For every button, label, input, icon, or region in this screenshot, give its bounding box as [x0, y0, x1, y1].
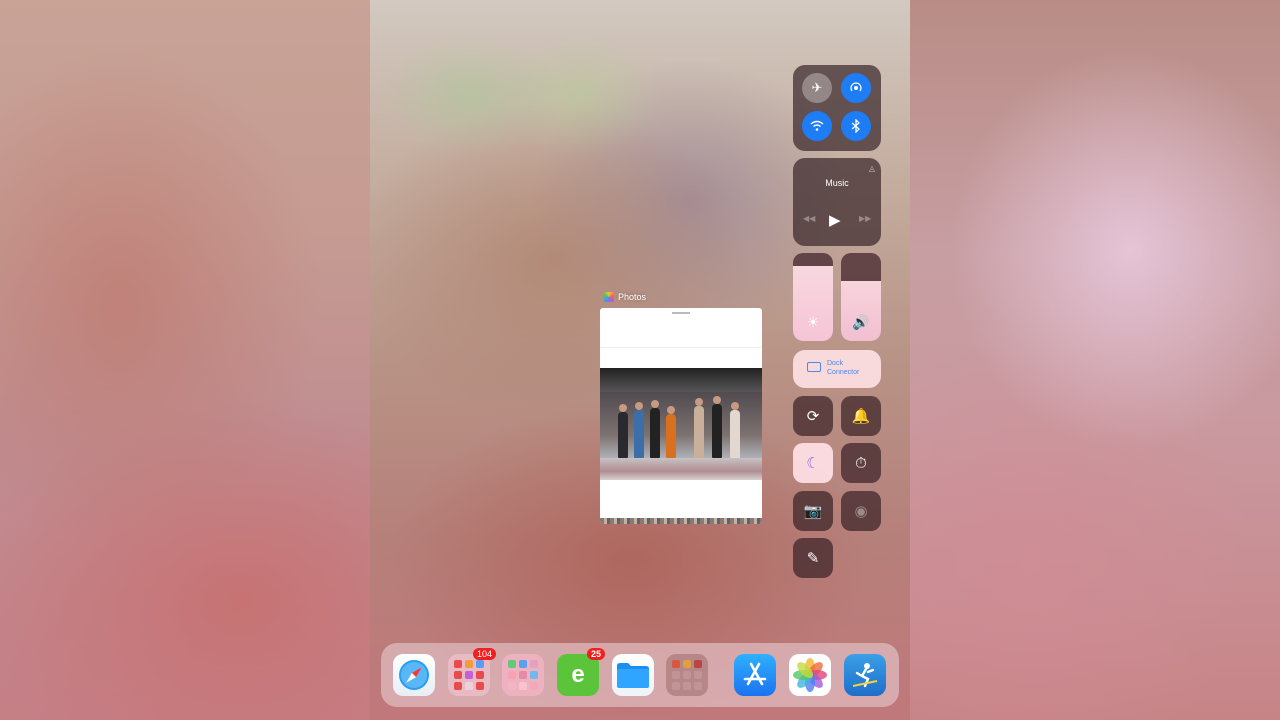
volume-slider[interactable]: 🔊 — [841, 253, 881, 341]
orientation-lock-icon[interactable]: ⟳ — [793, 396, 833, 436]
photo-preview-image — [600, 368, 762, 480]
airdrop-icon[interactable] — [841, 73, 871, 103]
folder-2-icon[interactable] — [502, 654, 544, 696]
photos-icon[interactable] — [789, 654, 831, 696]
folder-1-icon[interactable]: 104 — [448, 648, 496, 696]
folder-1-badge: 104 — [472, 648, 496, 660]
next-track-icon[interactable]: ▶▶ — [859, 214, 871, 223]
photos-toolbar — [600, 308, 762, 348]
files-icon[interactable] — [612, 654, 654, 696]
photos-app-icon — [604, 292, 614, 302]
brightness-slider[interactable]: ☀ — [793, 253, 833, 341]
airplane-icon[interactable]: ✈ — [802, 73, 832, 103]
airplay-audio-icon[interactable]: ◬ — [869, 164, 875, 173]
folder-3-icon[interactable] — [666, 654, 708, 696]
screen-record-icon[interactable]: ◉ — [841, 491, 881, 531]
mute-bell-icon[interactable]: 🔔 — [841, 396, 881, 436]
dock: 104 e 25 — [381, 643, 899, 707]
evernote-app-icon[interactable]: e 25 — [557, 648, 605, 696]
previous-track-icon[interactable]: ◀◀ — [803, 214, 815, 223]
connectivity-module: ✈ — [793, 65, 881, 151]
mirroring-label-line1: Dock — [827, 360, 843, 367]
app-window-preview[interactable] — [600, 308, 762, 524]
music-module[interactable]: ◬ Music ◀◀ ▶ ▶▶ — [793, 158, 881, 246]
screen-mirroring-button[interactable]: Dock Connector — [793, 350, 881, 388]
do-not-disturb-moon-icon[interactable]: ☾ — [793, 443, 833, 483]
blurred-background-right — [910, 0, 1280, 720]
screen-mirroring-label: Dock Connector — [827, 359, 877, 377]
skiing-game-icon[interactable] — [844, 654, 886, 696]
photo-thumbnail-strip — [600, 518, 762, 524]
mirroring-label-line2: Connector — [827, 369, 860, 376]
wifi-icon[interactable] — [802, 111, 832, 141]
app-store-icon[interactable] — [734, 654, 776, 696]
blurred-background-left — [0, 0, 370, 720]
play-icon[interactable]: ▶ — [829, 211, 841, 229]
app-card-title: Photos — [618, 292, 647, 302]
speaker-icon: 🔊 — [852, 314, 870, 330]
screen-mirroring-icon — [807, 362, 821, 372]
bluetooth-icon[interactable] — [841, 111, 871, 141]
safari-icon[interactable] — [393, 654, 435, 696]
notes-icon[interactable]: ✎ — [793, 538, 833, 578]
timer-icon[interactable]: ⏱ — [841, 443, 881, 483]
app-card-label: Photos — [604, 290, 762, 304]
app-card-photos[interactable]: Photos — [600, 290, 762, 524]
camera-icon[interactable]: 📷 — [793, 491, 833, 531]
music-title: Music — [825, 178, 849, 188]
sun-icon: ☀ — [806, 314, 820, 330]
evernote-badge: 25 — [586, 648, 605, 660]
volume-fill — [841, 281, 881, 341]
